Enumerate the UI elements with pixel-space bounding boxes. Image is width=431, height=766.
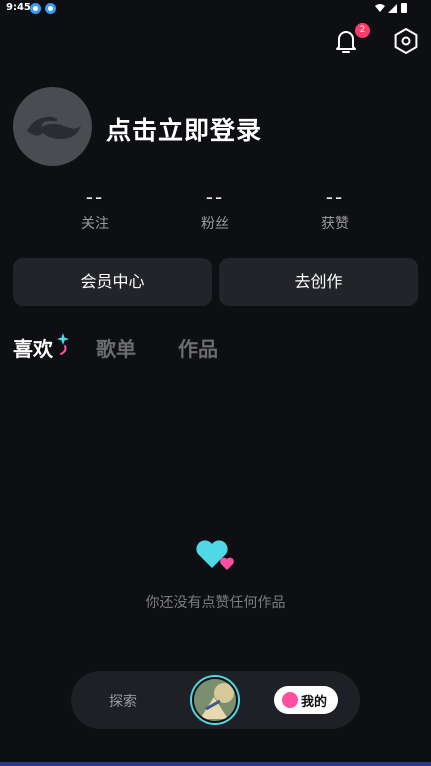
system-nav-indicator <box>0 762 431 766</box>
tab-works[interactable]: 作品 <box>178 333 218 362</box>
nav-mine[interactable]: 我的 <box>274 686 338 714</box>
notification-dot-icon <box>45 3 56 14</box>
notification-badge: 2 <box>355 23 370 38</box>
nav-explore[interactable]: 探索 <box>109 691 137 711</box>
stat-fans[interactable]: -- 粉丝 <box>165 187 265 233</box>
tab-likes[interactable]: 喜欢 <box>13 333 53 362</box>
now-playing-cover[interactable] <box>192 677 238 723</box>
avatar[interactable] <box>13 87 92 166</box>
stat-likes[interactable]: -- 获赞 <box>285 187 385 233</box>
status-bar: 9:45 <box>0 0 431 18</box>
battery-icon <box>401 3 407 13</box>
bottom-nav: 探索 我的 <box>71 671 360 729</box>
empty-state-message: 你还没有点赞任何作品 <box>145 595 286 611</box>
status-icons <box>375 3 407 13</box>
login-prompt[interactable]: 点击立即登录 <box>106 111 262 147</box>
nav-mine-label: 我的 <box>301 695 328 710</box>
screen: 9:45 2 点击立即登录 -- 关注 -- 粉丝 -- 获赞 会员中心 去创作… <box>0 0 431 766</box>
wave-logo-icon <box>27 116 81 139</box>
stat-label: 粉丝 <box>201 216 229 232</box>
tab-playlists[interactable]: 歌单 <box>96 333 136 362</box>
album-cover-image <box>194 679 236 721</box>
vip-center-button[interactable]: 会员中心 <box>13 258 212 306</box>
stat-value: -- <box>205 185 225 209</box>
hearts-icon <box>196 540 234 570</box>
go-create-button[interactable]: 去创作 <box>219 258 418 306</box>
status-time: 9:45 <box>6 2 31 13</box>
sparkle-icon <box>57 333 69 355</box>
settings-icon[interactable] <box>392 27 420 55</box>
stat-value: -- <box>85 185 105 209</box>
wifi-icon <box>375 4 385 12</box>
mine-icon <box>282 692 298 708</box>
notification-dot-icon <box>30 3 41 14</box>
stat-value: -- <box>325 185 345 209</box>
stat-following[interactable]: -- 关注 <box>45 187 145 233</box>
signal-icon <box>388 4 397 13</box>
stat-label: 关注 <box>81 216 109 232</box>
stat-label: 获赞 <box>321 216 349 232</box>
